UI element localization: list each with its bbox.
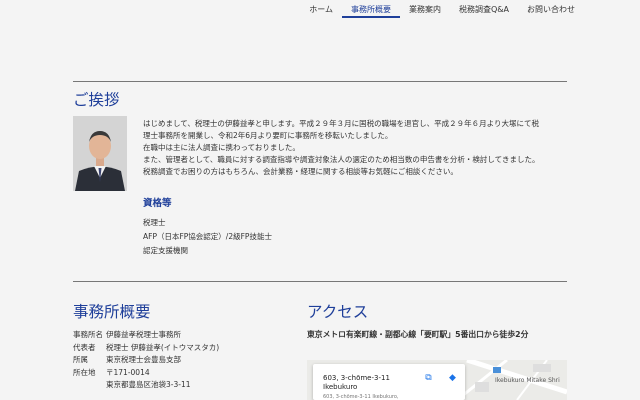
map-title-line: Ikebukuro	[323, 383, 358, 391]
map-poi-label: Ikebukuro Mitake Shri	[495, 377, 560, 384]
nav-home[interactable]: ホーム	[300, 0, 342, 18]
embedded-map[interactable]: 603, 3-chōme-3-11 Ikebukuro 603, 3-chōme…	[307, 360, 567, 400]
divider	[73, 281, 567, 282]
table-row: 所属 東京税理士会豊島支部	[73, 354, 219, 367]
representative-photo	[73, 116, 127, 191]
main-nav: ホーム 事務所概要 業務案内 税務調査Q&A お問い合わせ	[300, 0, 584, 22]
greeting-line: 在職中は主に法人調査に携わっておりました。	[143, 143, 300, 152]
greeting-line: また、管理者として、職員に対する調査指導や調査対象法人の選定のため相当数の申告書…	[143, 155, 540, 164]
office-info-table: 事務所名 伊藤益孝税理士事務所 代表者 税理士 伊藤益孝(イトウマスタカ) 所属東京…	[73, 329, 219, 392]
row-key	[73, 379, 106, 392]
greeting-text: はじめまして、税理士の伊藤益孝と申します。平成２９年３月に国税の職場を退官し、平…	[143, 118, 573, 178]
qualifications-list: 税理士 AFP（日本FP協会認定）/2級FP技能士 認定支援機関	[143, 216, 272, 258]
list-item: 認定支援機関	[143, 246, 188, 255]
row-key: 事務所名	[73, 330, 103, 339]
row-key: 所在地	[73, 367, 96, 377]
greeting-line: はじめまして、税理士の伊藤益孝と申します。平成２９年３月に国税の職場を退官し、平…	[143, 119, 539, 128]
map-place-title: 603, 3-chōme-3-11 Ikebukuro	[323, 374, 390, 392]
table-row: 東京都豊島区池袋3-3-11	[73, 379, 219, 392]
nav-services[interactable]: 業務案内	[400, 0, 450, 18]
access-heading: アクセス	[307, 303, 369, 321]
map-place-card[interactable]: 603, 3-chōme-3-11 Ikebukuro 603, 3-chōme…	[313, 364, 465, 400]
list-item: AFP（日本FP協会認定）/2級FP技能士	[143, 232, 272, 241]
map-place-address: 603, 3-chōme-3-11 Ikebukuro,	[323, 394, 399, 400]
row-key: 代表者	[73, 342, 96, 352]
row-value: 東京税理士会豊島支部	[106, 355, 181, 364]
nav-contact[interactable]: お問い合わせ	[518, 0, 584, 18]
greeting-heading: ご挨拶	[73, 91, 120, 109]
greeting-line: 税務調査でお困りの方はもちろん、会計業務・経理に関する相談等お気軽にご相談くださ…	[143, 167, 458, 176]
row-value: 伊藤益孝税理士事務所	[106, 330, 181, 339]
divider	[73, 81, 567, 82]
row-value: 税理士 伊藤益孝(イトウマスタカ)	[106, 342, 220, 352]
nav-office-overview[interactable]: 事務所概要	[341, 0, 400, 18]
office-heading: 事務所概要	[73, 303, 151, 321]
list-item: 税理士	[143, 218, 166, 227]
greeting-line: 理士事務所を開業し、令和2年6月より要町に事務所を移転いたしました。	[143, 131, 393, 140]
qualifications-heading: 資格等	[143, 198, 172, 209]
directions-icon[interactable]: ◆	[447, 373, 458, 384]
nav-tax-audit-qa[interactable]: 税務調査Q&A	[450, 0, 518, 18]
row-value: 〒171-0014	[106, 367, 150, 377]
table-row: 代表者 税理士 伊藤益孝(イトウマスタカ)	[73, 342, 219, 355]
access-directions: 東京メトロ有楽町線・副都心線「要町駅」5番出口から徒歩2分	[307, 330, 529, 339]
row-key: 所属	[73, 355, 88, 364]
row-value: 東京都豊島区池袋3-3-11	[106, 380, 191, 389]
table-row: 所在地 〒171-0014	[73, 367, 219, 380]
map-title-line: 603, 3-chōme-3-11	[323, 374, 390, 382]
table-row: 事務所名 伊藤益孝税理士事務所	[73, 329, 219, 342]
open-in-maps-icon[interactable]: ⧉	[423, 373, 434, 384]
